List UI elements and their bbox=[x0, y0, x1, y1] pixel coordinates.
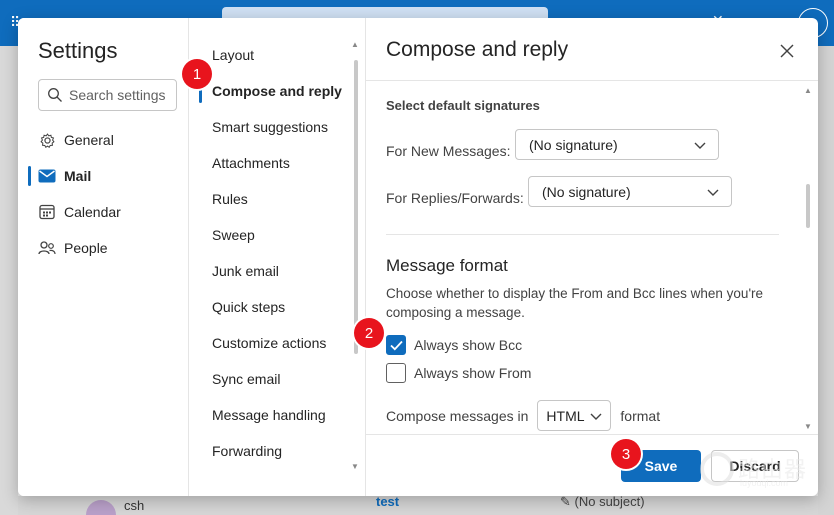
signatures-heading: Select default signatures bbox=[386, 98, 540, 113]
message-format-description: Choose whether to display the From and B… bbox=[386, 286, 764, 320]
submenu-layout[interactable]: Layout bbox=[212, 47, 254, 63]
submenu-rules[interactable]: Rules bbox=[212, 191, 248, 207]
submenu-message-handling[interactable]: Message handling bbox=[212, 407, 326, 423]
category-general[interactable]: General bbox=[38, 128, 114, 152]
chevron-down-icon bbox=[590, 413, 602, 420]
compose-reply-settings: Compose and reply Select default signatu… bbox=[366, 18, 818, 496]
category-label: People bbox=[64, 240, 108, 256]
calendar-icon bbox=[38, 203, 56, 221]
replies-signature-dropdown[interactable]: (No signature) bbox=[528, 176, 732, 207]
draft-tab[interactable]: ✎ (No subject) bbox=[560, 494, 645, 510]
section-divider bbox=[386, 234, 779, 235]
always-show-from-option[interactable]: Always show From bbox=[386, 363, 531, 383]
active-category-indicator bbox=[28, 166, 31, 186]
category-label: Mail bbox=[64, 168, 92, 184]
compose-format-row: Compose messages in HTML format bbox=[386, 400, 660, 431]
submenu-customize-actions[interactable]: Customize actions bbox=[212, 335, 326, 351]
dropdown-value: HTML bbox=[546, 407, 585, 424]
always-show-from-checkbox[interactable] bbox=[386, 363, 406, 383]
scroll-down-arrow[interactable]: ▼ bbox=[351, 462, 359, 471]
content-scrollbar[interactable] bbox=[806, 184, 810, 228]
dropdown-value: (No signature) bbox=[529, 136, 618, 153]
settings-categories: Settings General Mail Calendar bbox=[18, 18, 188, 496]
replies-forwards-label: For Replies/Forwards: bbox=[386, 190, 524, 206]
settings-title: Settings bbox=[38, 38, 118, 63]
new-messages-signature-dropdown[interactable]: (No signature) bbox=[515, 129, 719, 160]
category-label: General bbox=[64, 132, 114, 148]
header-divider bbox=[366, 80, 818, 81]
message-format-heading: Message format bbox=[386, 256, 508, 275]
watermark-logo-icon bbox=[700, 452, 734, 486]
category-calendar[interactable]: Calendar bbox=[38, 200, 121, 224]
app-right-edge bbox=[818, 46, 834, 515]
always-show-bcc-option[interactable]: Always show Bcc bbox=[386, 335, 522, 355]
submenu-quick-steps[interactable]: Quick steps bbox=[212, 299, 285, 315]
footer-divider bbox=[366, 434, 818, 435]
search-icon bbox=[48, 88, 62, 102]
compose-suffix-label: format bbox=[620, 407, 661, 424]
pencil-icon: ✎ bbox=[560, 494, 575, 509]
submenu-attachments[interactable]: Attachments bbox=[212, 155, 290, 171]
watermark-subtext: luyouqi.com bbox=[740, 478, 789, 488]
settings-dialog: Settings General Mail Calendar bbox=[18, 18, 818, 496]
chevron-down-icon bbox=[694, 142, 706, 149]
new-messages-label: For New Messages: bbox=[386, 143, 511, 159]
category-label: Calendar bbox=[64, 204, 121, 220]
mail-icon bbox=[38, 167, 56, 185]
step-badge-3: 3 bbox=[611, 439, 641, 469]
always-show-bcc-checkbox[interactable] bbox=[386, 335, 406, 355]
checkmark-icon bbox=[389, 340, 403, 350]
dropdown-value: (No signature) bbox=[542, 183, 631, 200]
submenu-sync-email[interactable]: Sync email bbox=[212, 371, 280, 387]
checkbox-label: Always show Bcc bbox=[414, 337, 523, 353]
list-subject[interactable]: test bbox=[376, 494, 399, 509]
category-mail[interactable]: Mail bbox=[38, 164, 91, 188]
category-people[interactable]: People bbox=[38, 236, 108, 260]
people-icon bbox=[38, 239, 56, 257]
submenu-smart-suggestions[interactable]: Smart suggestions bbox=[212, 119, 328, 135]
compose-format-dropdown[interactable]: HTML bbox=[537, 400, 612, 431]
checkbox-label: Always show From bbox=[414, 365, 532, 381]
content-scroll-down-arrow[interactable]: ▼ bbox=[804, 422, 812, 431]
search-settings-box[interactable] bbox=[38, 79, 177, 111]
list-sender: csh bbox=[124, 498, 145, 513]
content-scroll-up-arrow[interactable]: ▲ bbox=[804, 86, 812, 95]
gear-icon bbox=[38, 131, 56, 149]
page-title: Compose and reply bbox=[386, 38, 569, 61]
app-left-rail bbox=[0, 46, 18, 515]
submenu-sweep[interactable]: Sweep bbox=[212, 227, 255, 243]
submenu-compose-and-reply[interactable]: Compose and reply bbox=[212, 83, 342, 99]
submenu-scrollbar[interactable] bbox=[354, 60, 358, 354]
scroll-up-arrow[interactable]: ▲ bbox=[351, 40, 359, 49]
close-button[interactable] bbox=[776, 40, 798, 62]
step-badge-2: 2 bbox=[354, 318, 384, 348]
close-icon bbox=[780, 44, 794, 58]
compose-prefix-label: Compose messages in bbox=[386, 407, 529, 424]
watermark: 路由器 luyouqi.com bbox=[700, 448, 810, 496]
mail-settings-menu: Layout Compose and reply Smart suggestio… bbox=[189, 18, 365, 496]
submenu-forwarding[interactable]: Forwarding bbox=[212, 443, 282, 459]
chevron-down-icon bbox=[707, 189, 719, 196]
step-badge-1: 1 bbox=[182, 59, 212, 89]
draft-subject: (No subject) bbox=[574, 494, 645, 509]
search-settings-input[interactable] bbox=[69, 87, 169, 103]
submenu-junk-email[interactable]: Junk email bbox=[212, 263, 279, 279]
